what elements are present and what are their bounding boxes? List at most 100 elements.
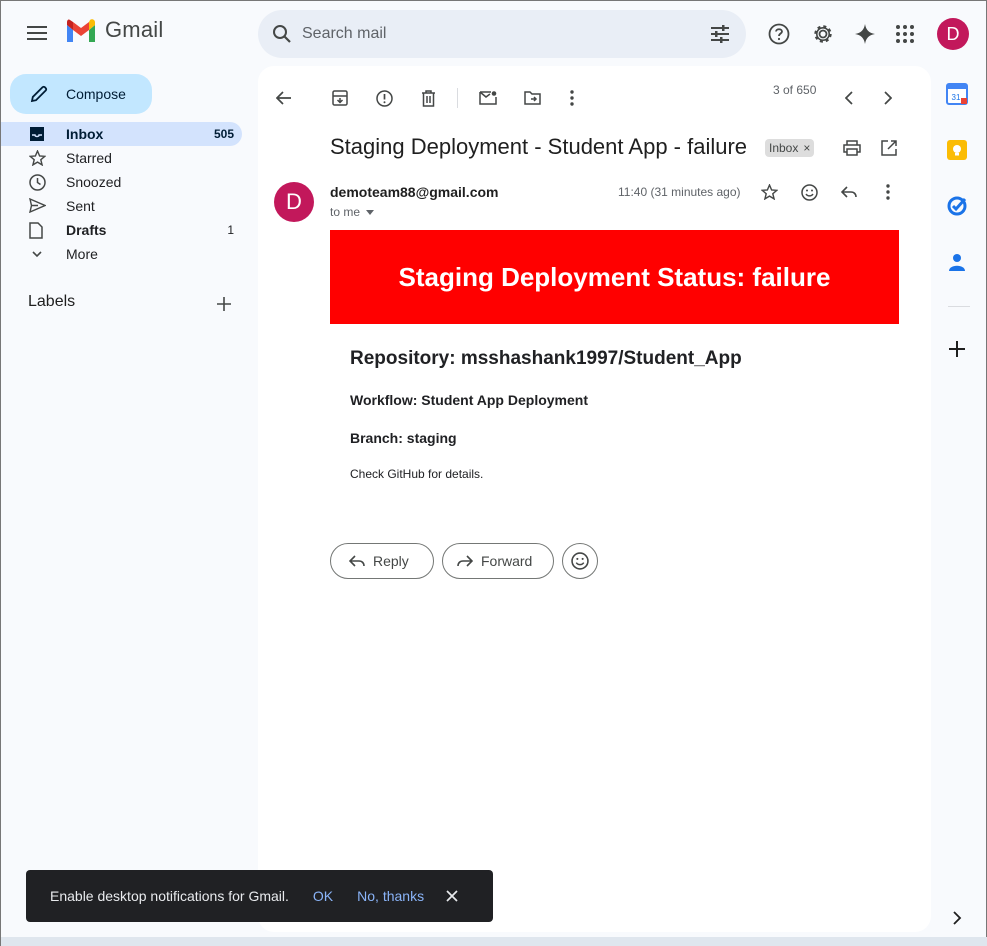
compose-button[interactable]: Compose	[10, 74, 152, 114]
keep-app-button[interactable]	[946, 139, 968, 161]
rail-divider	[948, 306, 970, 307]
pencil-icon	[30, 85, 48, 103]
sidebar-item-inbox[interactable]: Inbox 505	[1, 122, 242, 146]
recipient-details[interactable]: to me	[330, 205, 375, 219]
print-all-button[interactable]	[832, 128, 872, 168]
search-button[interactable]	[262, 14, 302, 54]
message-more-button[interactable]	[868, 172, 908, 212]
chevron-right-icon	[953, 911, 962, 925]
forward-label: Forward	[481, 553, 533, 569]
email-view: 3 of 650 Staging Deployment - Student Ap…	[258, 66, 931, 932]
sidebar-item-label: Sent	[66, 198, 95, 214]
sidebar-item-drafts[interactable]: Drafts 1	[1, 218, 242, 242]
taskbar-strip	[1, 937, 987, 946]
send-icon	[29, 198, 46, 213]
calendar-icon: 31	[946, 83, 968, 105]
show-side-panel-button[interactable]	[953, 911, 962, 925]
email-timestamp: 11:40 (31 minutes ago)	[618, 185, 741, 199]
reply-button[interactable]: Reply	[330, 543, 434, 579]
gmail-m-icon	[67, 19, 95, 42]
forward-button[interactable]: Forward	[442, 543, 554, 579]
reply-icon	[349, 555, 365, 567]
trash-icon	[421, 89, 435, 107]
star-button[interactable]	[749, 172, 789, 212]
mark-unread-button[interactable]	[468, 78, 508, 118]
sidebar-item-label: Inbox	[66, 126, 104, 142]
sidebar-item-label: Drafts	[66, 222, 107, 238]
search-options-button[interactable]	[700, 14, 740, 54]
newer-button[interactable]	[829, 78, 869, 118]
sidebar-item-count: 505	[213, 127, 234, 141]
snackbar-no-thanks-button[interactable]: No, thanks	[357, 888, 424, 904]
gmail-logo[interactable]: Gmail	[65, 17, 163, 43]
search-icon	[273, 25, 291, 43]
top-bar: Gmail Search mail D	[1, 1, 987, 65]
chevron-down-icon	[29, 246, 45, 262]
hamburger-menu-icon	[27, 26, 47, 40]
sidebar-item-snoozed[interactable]: Snoozed	[1, 170, 242, 194]
sidebar-item-count: 1	[227, 223, 234, 237]
help-icon	[768, 23, 790, 45]
emoji-reaction-button[interactable]	[562, 543, 598, 579]
get-addons-button[interactable]	[949, 341, 965, 357]
add-reaction-button[interactable]	[789, 172, 829, 212]
label-chip-inbox[interactable]: Inbox ×	[765, 139, 815, 157]
archive-button[interactable]	[320, 78, 360, 118]
search-bar[interactable]: Search mail	[258, 10, 746, 58]
clock-icon	[29, 174, 46, 191]
account-avatar[interactable]: D	[937, 18, 969, 50]
more-options-button[interactable]	[552, 78, 592, 118]
draft-icon	[29, 222, 43, 239]
delete-button[interactable]	[408, 78, 448, 118]
alert-icon	[375, 89, 393, 107]
emoji-icon	[571, 552, 589, 570]
calendar-day: 31	[952, 93, 961, 102]
sidebar-item-sent[interactable]: Sent	[1, 194, 242, 218]
tasks-app-button[interactable]	[946, 195, 968, 217]
labels-heading: Labels	[28, 293, 76, 310]
email-subject: Staging Deployment - Student App - failu…	[330, 134, 748, 159]
move-to-button[interactable]	[512, 78, 552, 118]
report-spam-button[interactable]	[364, 78, 404, 118]
sidebar-nav: Inbox 505 Starred Snoozed Sent Drafts 1 …	[1, 122, 257, 266]
main-menu-button[interactable]	[17, 13, 57, 53]
notification-snackbar: Enable desktop notifications for Gmail. …	[26, 870, 493, 922]
chevron-right-icon	[884, 91, 892, 105]
sparkle-icon	[855, 24, 875, 44]
contacts-app-button[interactable]	[946, 251, 968, 273]
support-button[interactable]	[759, 14, 799, 54]
status-banner: Staging Deployment Status: failure	[330, 230, 899, 324]
sidebar-item-more[interactable]: More	[1, 242, 242, 266]
older-button[interactable]	[868, 78, 908, 118]
google-apps-button[interactable]	[885, 14, 925, 54]
settings-button[interactable]	[803, 14, 843, 54]
forward-icon	[457, 555, 473, 567]
sidebar-item-starred[interactable]: Starred	[1, 146, 242, 170]
sender-address[interactable]: demoteam88@gmail.com	[330, 184, 499, 200]
apps-grid-icon	[896, 25, 914, 43]
back-button[interactable]	[264, 78, 304, 118]
sender-avatar[interactable]: D	[274, 182, 314, 222]
gemini-button[interactable]	[845, 14, 885, 54]
recipient-text: to me	[330, 205, 361, 219]
keep-bulb-icon	[947, 140, 967, 160]
search-input[interactable]: Search mail	[302, 25, 700, 43]
plus-icon	[217, 297, 231, 311]
mail-unread-icon	[479, 91, 497, 105]
inbox-icon	[29, 126, 45, 142]
reply-label: Reply	[373, 553, 409, 569]
star-outline-icon	[760, 184, 778, 200]
reply-icon-button[interactable]	[829, 172, 869, 212]
repository-heading: Repository: msshashank1997/Student_App	[350, 348, 742, 369]
open-new-window-button[interactable]	[869, 128, 909, 168]
remove-label-icon[interactable]: ×	[803, 141, 810, 155]
create-label-button[interactable]	[211, 291, 237, 317]
contacts-person-icon	[949, 254, 965, 271]
open-in-new-icon	[881, 140, 897, 156]
snackbar-close-button[interactable]	[446, 890, 458, 902]
plus-icon	[949, 341, 965, 357]
tune-icon	[711, 25, 729, 43]
calendar-app-button[interactable]: 31	[946, 83, 968, 105]
snackbar-ok-button[interactable]: OK	[313, 888, 333, 904]
toolbar-divider	[457, 88, 458, 108]
